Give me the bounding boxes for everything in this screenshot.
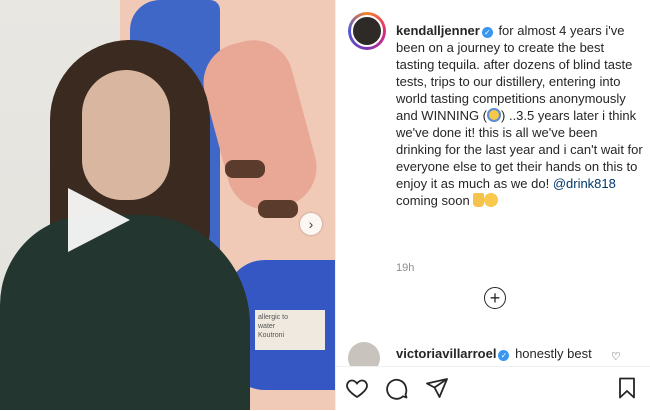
- verified-badge-icon: ✓: [481, 27, 493, 38]
- paper-plane-icon[interactable]: [424, 375, 450, 401]
- heart-icon[interactable]: [344, 375, 370, 401]
- instagram-post: allergic to water Koutroni › kendalljenn…: [0, 0, 650, 410]
- play-icon[interactable]: [68, 188, 130, 252]
- comment-body: honestly best: [515, 346, 592, 361]
- story-ring[interactable]: [348, 12, 386, 50]
- painting-sandal: [225, 160, 265, 178]
- bookmark-icon[interactable]: [614, 375, 640, 401]
- comment-avatar[interactable]: [348, 342, 380, 366]
- comment-bubble-icon[interactable]: [384, 375, 410, 401]
- post-timestamp[interactable]: 19h: [396, 262, 414, 274]
- comment-like-heart-icon[interactable]: ♡: [611, 350, 621, 363]
- post-video[interactable]: allergic to water Koutroni ›: [0, 0, 335, 410]
- painting-sandal-2: [258, 200, 298, 218]
- mention-link[interactable]: @drink818: [553, 176, 616, 191]
- username-link[interactable]: kendalljenner: [396, 23, 480, 38]
- smiling-face-emoji-icon: [484, 193, 499, 207]
- wall-label: allergic to water Koutroni: [255, 310, 325, 350]
- comment-text: victoriavillarroel ✓ honestly best: [396, 346, 592, 361]
- plus-circle-icon[interactable]: +: [484, 287, 506, 309]
- caption-text-3: coming soon: [396, 193, 474, 208]
- comment-row: victoriavillarroel ✓ honestly best: [348, 342, 643, 366]
- tumbler-glass-emoji-icon: [473, 193, 485, 207]
- post-sidebar: kendalljenner ✓ for almost 4 years i've b…: [335, 0, 650, 410]
- party-face-emoji-icon: [487, 108, 502, 122]
- action-bar: [336, 366, 650, 411]
- avatar[interactable]: [351, 15, 383, 47]
- person-face: [82, 70, 170, 200]
- verified-badge-icon: ✓: [498, 350, 510, 361]
- chevron-right-icon[interactable]: ›: [300, 213, 322, 235]
- comment-username[interactable]: victoriavillarroel: [396, 346, 496, 361]
- post-caption: kendalljenner ✓ for almost 4 years i've b…: [396, 22, 644, 209]
